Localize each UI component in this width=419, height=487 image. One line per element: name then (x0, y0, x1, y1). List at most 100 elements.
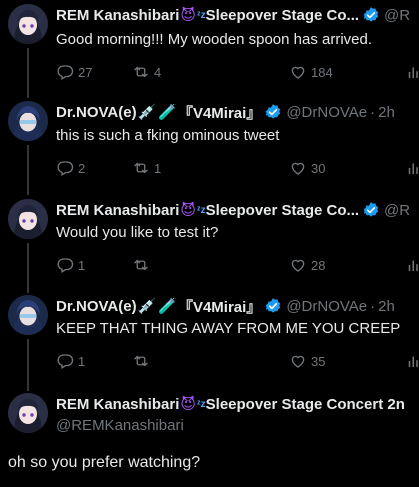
sleep-emoji-icon: ᶻz (197, 204, 206, 216)
tweet-text: oh so you prefer watching? (8, 454, 201, 471)
reply-count: 1 (78, 353, 86, 369)
views-button[interactable] (405, 62, 419, 82)
verified-badge-icon[interactable] (362, 6, 380, 24)
heart-icon (291, 259, 305, 272)
handle[interactable]: @R (384, 202, 410, 219)
like-count: 184 (311, 64, 333, 80)
analytics-icon (408, 163, 418, 174)
display-name[interactable]: Dr.NOVA(e) (56, 104, 137, 121)
display-name[interactable]: REM Kanashibari (56, 7, 179, 24)
like-button[interactable]: 28 (289, 255, 325, 275)
name-suffix: Sleepover Stage Concert 2n (205, 395, 405, 413)
retweet-button[interactable]: 1 (132, 158, 161, 178)
syringe-icon: 💉 (137, 298, 157, 315)
reply-button[interactable]: 27 (56, 62, 92, 82)
like-button[interactable]: 35 (289, 351, 325, 371)
heart-icon (291, 355, 305, 368)
action-bar: 1 35 (56, 351, 419, 371)
thread-connector (27, 243, 29, 293)
handle[interactable]: @DrNOVAe (286, 104, 367, 121)
retweet-icon (134, 259, 148, 271)
tweet-header: REM Kanashibari 😈 ᶻz Sleepover Stage Con… (56, 394, 405, 414)
name-suffix: 『V4Mirai』 (177, 104, 262, 122)
reply-icon (57, 258, 74, 273)
handle[interactable]: @REMKanashibari (56, 416, 184, 436)
handle[interactable]: @DrNOVAe (286, 298, 367, 315)
retweet-icon (134, 66, 148, 78)
reply-count: 2 (78, 160, 86, 176)
devil-emoji-icon: 😈 (180, 396, 197, 413)
avatar[interactable] (8, 295, 48, 335)
display-name[interactable]: REM Kanashibari (56, 396, 179, 413)
retweet-button[interactable] (132, 351, 154, 371)
name-suffix: Sleepover Stage Co... (205, 6, 360, 24)
devil-emoji-icon: 😈 (180, 7, 197, 24)
test-tube-icon: 🧪 (158, 104, 177, 121)
views-button[interactable] (405, 255, 419, 275)
views-button[interactable] (405, 158, 419, 178)
separator-dot: · (370, 297, 376, 315)
verified-badge-icon[interactable] (362, 201, 380, 219)
avatar[interactable] (8, 393, 48, 433)
action-bar: 27 4 184 (56, 62, 419, 82)
conversation-thread: REM Kanashibari 😈 ᶻz Sleepover Stage Co.… (0, 0, 419, 487)
display-name[interactable]: Dr.NOVA(e) (56, 298, 137, 315)
rem-avatar-icon (8, 199, 48, 239)
heart-icon (291, 162, 305, 175)
timestamp[interactable]: 2h (378, 104, 395, 121)
verified-badge-icon[interactable] (264, 297, 282, 315)
syringe-icon: 💉 (137, 104, 157, 121)
like-count: 30 (311, 160, 326, 176)
retweet-count: 1 (154, 160, 162, 176)
like-count: 35 (311, 353, 326, 369)
like-button[interactable]: 184 (289, 62, 333, 82)
tweet-header: Dr.NOVA(e) 💉 🧪 『V4Mirai』 @DrNOVAe · 2h (56, 102, 395, 122)
views-button[interactable] (405, 351, 419, 371)
tweet-header: REM Kanashibari 😈 ᶻz Sleepover Stage Co.… (56, 200, 410, 220)
analytics-icon (408, 67, 418, 78)
retweet-button[interactable]: 4 (132, 62, 161, 82)
retweet-icon (134, 355, 148, 367)
devil-emoji-icon: 😈 (180, 202, 197, 219)
timestamp[interactable]: 2h (378, 298, 395, 315)
avatar[interactable] (8, 199, 48, 239)
tweet-header: REM Kanashibari 😈 ᶻz Sleepover Stage Co.… (56, 5, 410, 25)
avatar[interactable] (8, 4, 48, 44)
tweet-header: Dr.NOVA(e) 💉 🧪 『V4Mirai』 @DrNOVAe · 2h (56, 296, 395, 316)
analytics-icon (408, 260, 418, 271)
sleep-emoji-icon: ᶻz (197, 9, 206, 21)
test-tube-icon: 🧪 (158, 298, 177, 315)
reply-count: 1 (78, 257, 86, 273)
action-bar: 2 1 30 (56, 158, 419, 178)
like-count: 28 (311, 257, 326, 273)
rem-avatar-icon (8, 4, 48, 44)
name-suffix: 『V4Mirai』 (177, 298, 262, 316)
tweet-text: Would you like to test it? (56, 224, 219, 241)
avatar[interactable] (8, 101, 48, 141)
verified-badge-icon[interactable] (264, 103, 282, 121)
action-bar: 1 28 (56, 255, 419, 275)
reply-button[interactable]: 2 (56, 158, 85, 178)
nova-avatar-icon (8, 295, 48, 335)
retweet-count: 4 (154, 64, 162, 80)
reply-icon (57, 354, 74, 369)
sleep-emoji-icon: ᶻz (197, 398, 206, 410)
tweet-text: Good morning!!! My wooden spoon has arri… (56, 31, 373, 48)
tweet-text: KEEP THAT THING AWAY FROM ME YOU CREEP (56, 320, 401, 337)
heart-icon (291, 66, 305, 79)
retweet-icon (134, 162, 148, 174)
thread-connector (27, 339, 29, 391)
retweet-button[interactable] (132, 255, 154, 275)
separator-dot: · (370, 103, 376, 121)
reply-button[interactable]: 1 (56, 351, 85, 371)
reply-icon (57, 65, 74, 80)
rem-avatar-icon (8, 393, 48, 433)
reply-button[interactable]: 1 (56, 255, 85, 275)
reply-icon (57, 161, 74, 176)
nova-avatar-icon (8, 101, 48, 141)
analytics-icon (408, 356, 418, 367)
handle[interactable]: @R (384, 7, 410, 24)
name-suffix: Sleepover Stage Co... (205, 201, 360, 219)
display-name[interactable]: REM Kanashibari (56, 202, 179, 219)
like-button[interactable]: 30 (289, 158, 325, 178)
